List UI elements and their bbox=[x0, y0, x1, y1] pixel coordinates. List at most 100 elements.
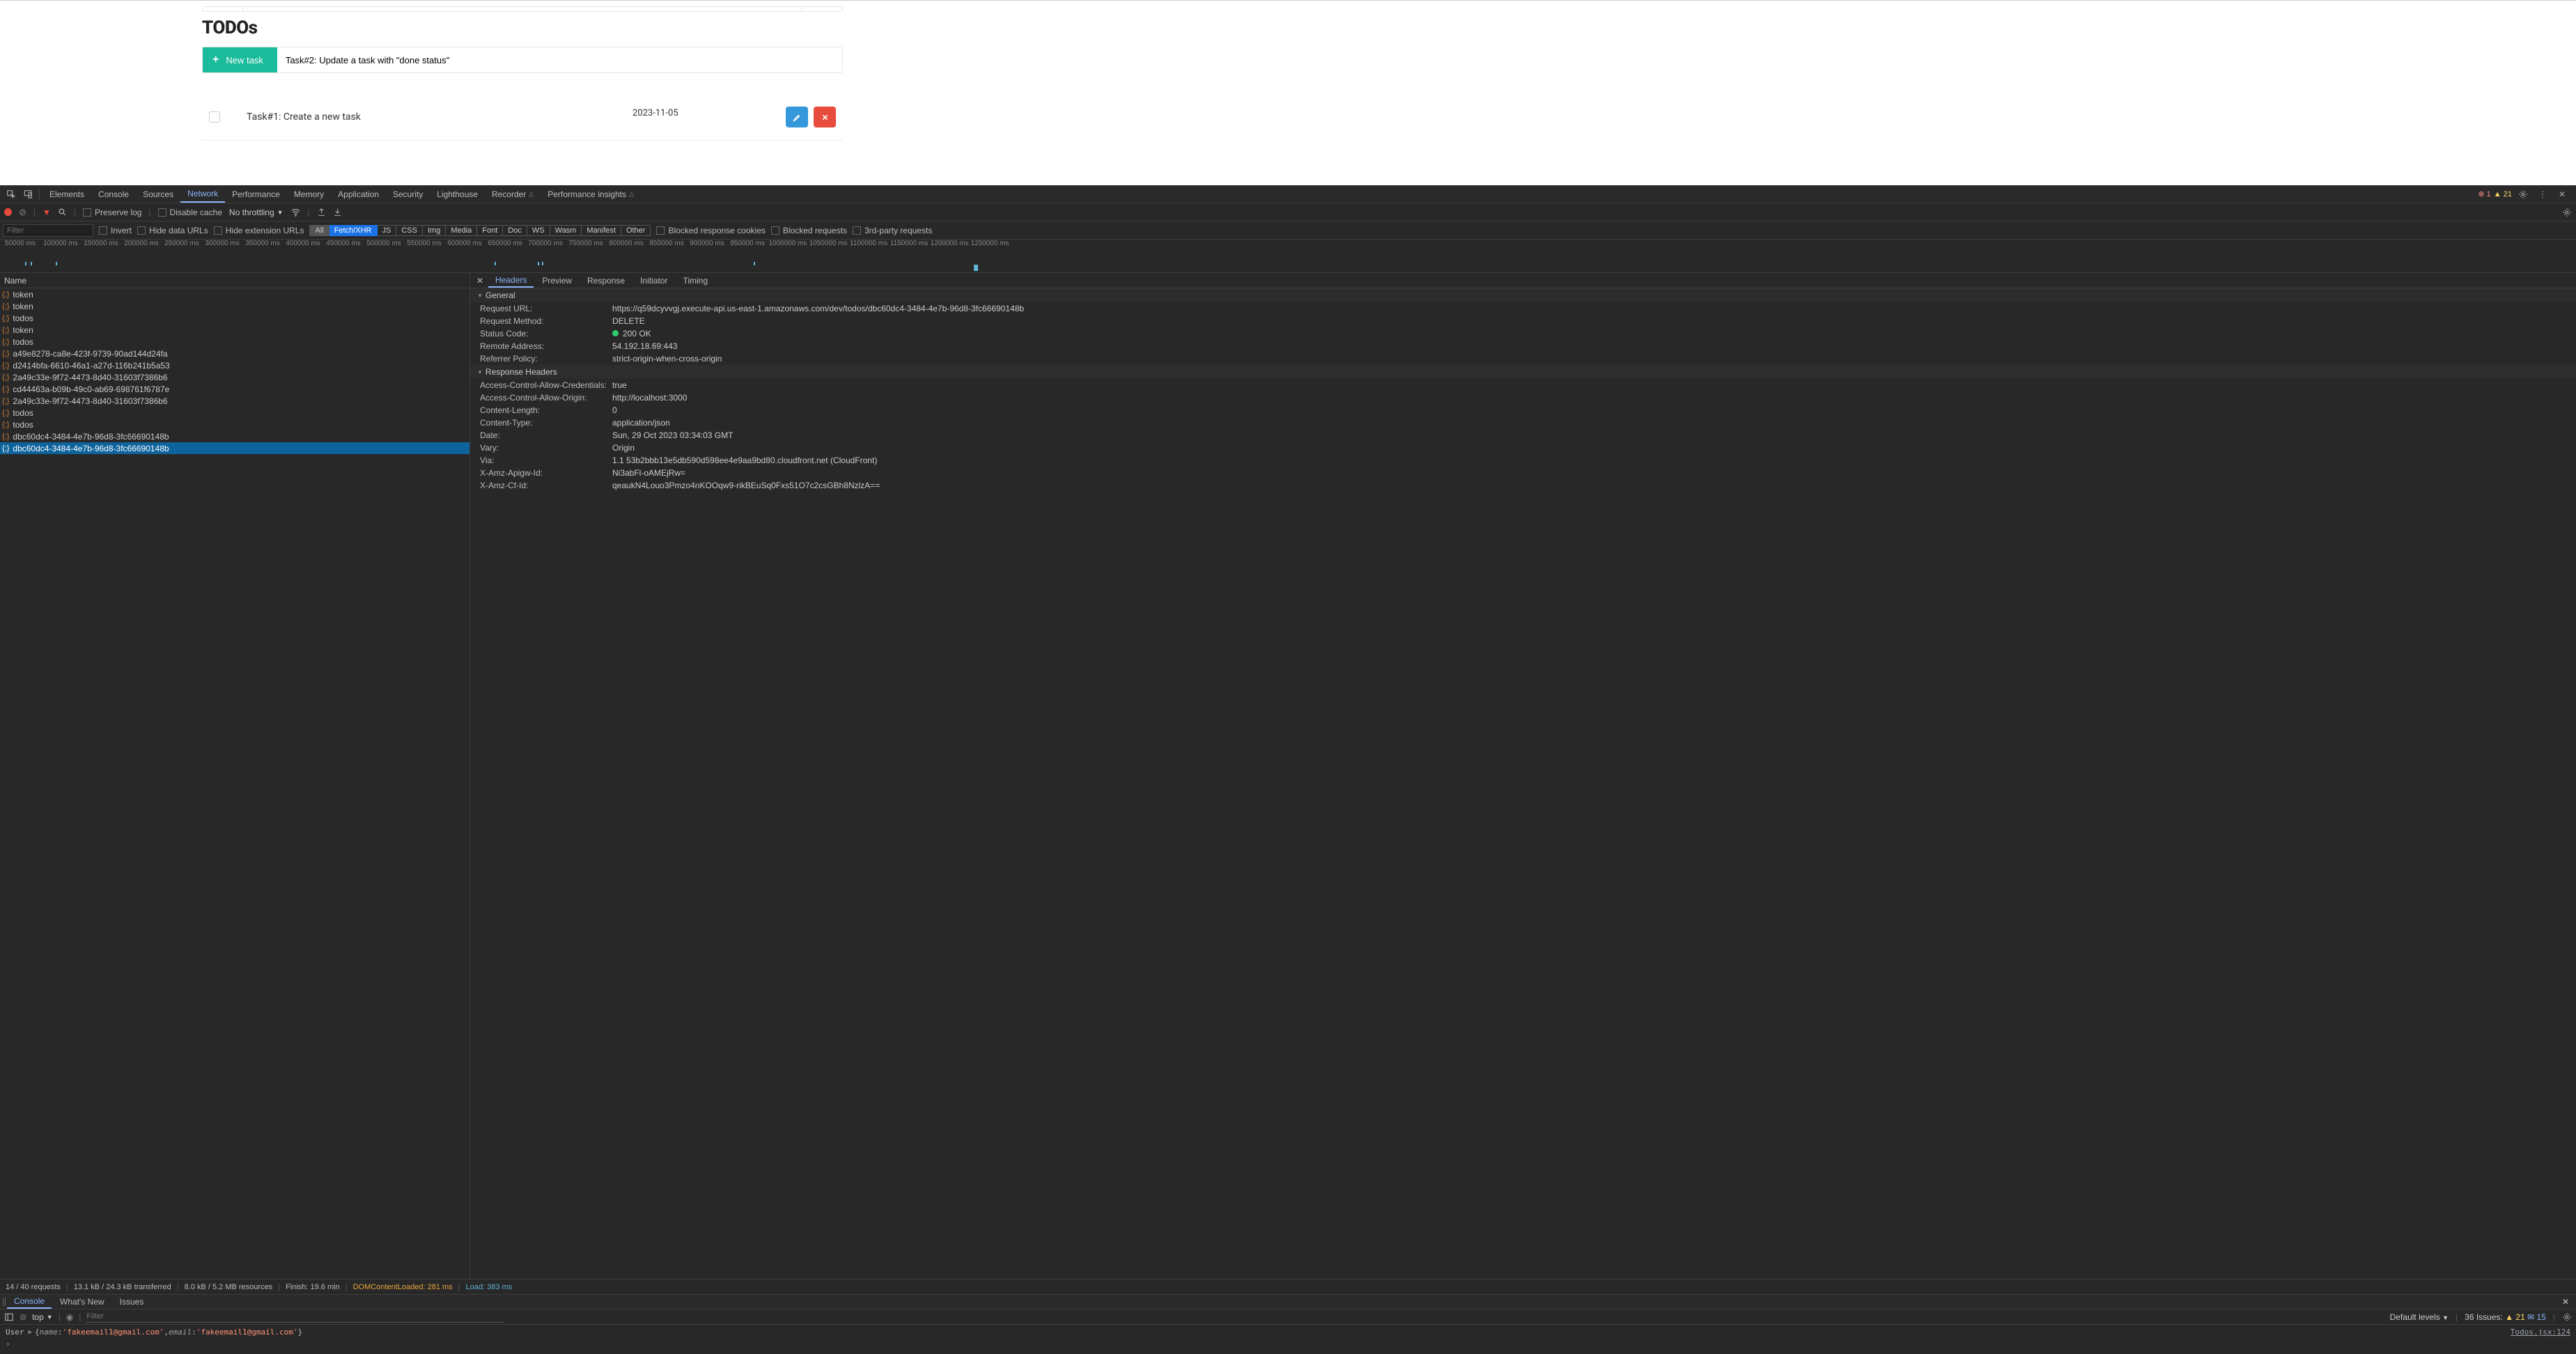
download-har-icon[interactable] bbox=[333, 208, 342, 217]
pill-all[interactable]: All bbox=[309, 225, 329, 236]
search-icon[interactable] bbox=[58, 208, 67, 217]
tab-performance[interactable]: Performance bbox=[225, 185, 287, 203]
tab-memory[interactable]: Memory bbox=[287, 185, 331, 203]
console-prompt[interactable]: › bbox=[6, 1337, 2570, 1348]
detail-tab-timing[interactable]: Timing bbox=[676, 273, 715, 288]
close-drawer-icon[interactable]: ✕ bbox=[2558, 1297, 2573, 1307]
request-row[interactable]: {;}2a49c33e-9f72-4473-8d40-31603f7386b6 bbox=[0, 395, 470, 407]
settings-icon[interactable] bbox=[2515, 186, 2531, 203]
request-list-header[interactable]: Name bbox=[0, 273, 470, 288]
console-sidebar-toggle-icon[interactable] bbox=[4, 1312, 14, 1322]
request-row[interactable]: {;}cd44463a-b09b-49c0-ab69-698761f6787e bbox=[0, 383, 470, 395]
request-row[interactable]: {;}todos bbox=[0, 419, 470, 430]
pill-media[interactable]: Media bbox=[446, 225, 477, 236]
network-timeline[interactable]: 50000 ms100000 ms150000 ms200000 ms25000… bbox=[0, 240, 2576, 273]
request-row[interactable]: {;}todos bbox=[0, 312, 470, 324]
request-row[interactable]: {;}dbc60dc4-3484-4e7b-96d8-3fc66690148b bbox=[0, 430, 470, 442]
detail-tab-preview[interactable]: Preview bbox=[535, 273, 579, 288]
delete-button[interactable] bbox=[814, 107, 836, 127]
tab-lighthouse[interactable]: Lighthouse bbox=[430, 185, 485, 203]
json-type-icon: {;} bbox=[2, 373, 9, 382]
pill-wasm[interactable]: Wasm bbox=[550, 225, 582, 236]
network-settings-icon[interactable] bbox=[2562, 208, 2572, 217]
hide-data-urls-checkbox[interactable]: Hide data URLs bbox=[137, 226, 208, 235]
pill-manifest[interactable]: Manifest bbox=[582, 225, 621, 236]
request-row[interactable]: {;}dbc60dc4-3484-4e7b-96d8-3fc66690148b bbox=[0, 442, 470, 454]
preserve-log-checkbox[interactable]: Preserve log bbox=[83, 208, 141, 217]
detail-tab-response[interactable]: Response bbox=[580, 273, 632, 288]
request-row[interactable]: {;}todos bbox=[0, 336, 470, 348]
console-settings-icon[interactable] bbox=[2562, 1312, 2572, 1322]
kebab-icon[interactable]: ⋮ bbox=[2534, 186, 2551, 203]
log-levels-select[interactable]: Default levels ▼ bbox=[2390, 1312, 2449, 1322]
request-row[interactable]: {;}a49e8278-ca8e-423f-9739-90ad144d24fa bbox=[0, 348, 470, 359]
drawer-handle-icon[interactable] bbox=[3, 1298, 6, 1306]
request-row[interactable]: {;}token bbox=[0, 288, 470, 300]
blocked-cookies-checkbox[interactable]: Blocked response cookies bbox=[656, 226, 765, 235]
inspect-element-icon[interactable] bbox=[3, 186, 20, 203]
request-row[interactable]: {;}token bbox=[0, 300, 470, 312]
invert-checkbox[interactable]: Invert bbox=[99, 226, 132, 235]
request-row[interactable]: {;}todos bbox=[0, 407, 470, 419]
upload-har-icon[interactable] bbox=[317, 208, 326, 217]
stat-dom-content-loaded: DOMContentLoaded: 281 ms bbox=[353, 1283, 453, 1291]
tab-security[interactable]: Security bbox=[386, 185, 430, 203]
disable-cache-checkbox[interactable]: Disable cache bbox=[158, 208, 222, 217]
tab-sources[interactable]: Sources bbox=[136, 185, 180, 203]
pill-img[interactable]: Img bbox=[423, 225, 446, 236]
console-clear-icon[interactable]: ⊘ bbox=[20, 1312, 26, 1322]
third-party-checkbox[interactable]: 3rd-party requests bbox=[853, 226, 932, 235]
tab-application[interactable]: Application bbox=[331, 185, 386, 203]
issues-link[interactable]: 36 Issues: ▲ 21 ✉ 15 bbox=[2465, 1312, 2546, 1322]
section-general[interactable]: ▼General bbox=[470, 288, 2576, 302]
new-task-button[interactable]: + New task bbox=[203, 47, 277, 72]
blocked-requests-checkbox[interactable]: Blocked requests bbox=[771, 226, 847, 235]
detail-tab-headers[interactable]: Headers bbox=[488, 273, 534, 288]
tab-network[interactable]: Network bbox=[180, 185, 225, 203]
filter-toggle-icon[interactable]: ▼ bbox=[42, 208, 51, 217]
drawer-tab-issues[interactable]: Issues bbox=[113, 1295, 151, 1309]
live-expression-icon[interactable]: ◉ bbox=[66, 1312, 73, 1322]
network-conditions-icon[interactable] bbox=[290, 207, 301, 217]
hide-extension-urls-checkbox[interactable]: Hide extension URLs bbox=[214, 226, 304, 235]
close-detail-icon[interactable]: ✕ bbox=[473, 276, 487, 286]
timeline-tick: 1200000 ms bbox=[929, 240, 970, 249]
pill-other[interactable]: Other bbox=[621, 225, 651, 236]
pill-fetch-xhr[interactable]: Fetch/XHR bbox=[329, 225, 378, 236]
warning-badge-icon[interactable]: ▲ 21 bbox=[2494, 190, 2512, 199]
throttling-select[interactable]: No throttling▼ bbox=[229, 208, 284, 217]
pill-js[interactable]: JS bbox=[378, 225, 397, 236]
section-response-headers[interactable]: ▼Response Headers bbox=[470, 365, 2576, 379]
new-task-input[interactable] bbox=[277, 47, 842, 72]
close-devtools-icon[interactable]: ✕ bbox=[2554, 186, 2570, 203]
request-row[interactable]: {;}2a49c33e-9f72-4473-8d40-31603f7386b6 bbox=[0, 371, 470, 383]
console-filter-input[interactable] bbox=[86, 1312, 504, 1323]
expand-object-icon[interactable]: ▶ bbox=[29, 1329, 32, 1336]
clear-button[interactable]: ⊘ bbox=[19, 207, 26, 218]
pill-css[interactable]: CSS bbox=[396, 225, 423, 236]
drawer-tab-console[interactable]: Console bbox=[7, 1295, 52, 1309]
drawer-tab-whats-new[interactable]: What's New bbox=[53, 1295, 111, 1309]
timeline-tick: 200000 ms bbox=[121, 240, 162, 249]
tab-performance-insights[interactable]: Performance insights bbox=[541, 185, 641, 203]
request-row[interactable]: {;}token bbox=[0, 324, 470, 336]
tab-recorder[interactable]: Recorder bbox=[485, 185, 541, 203]
device-toolbar-icon[interactable] bbox=[20, 186, 36, 203]
edit-button[interactable] bbox=[786, 107, 808, 127]
console-log-line[interactable]: User ▶ { name: 'fakeemail1@gmail.com', e… bbox=[6, 1328, 2570, 1337]
console-context-select[interactable]: top▼ bbox=[32, 1312, 53, 1322]
pill-ws[interactable]: WS bbox=[527, 225, 550, 236]
todo-checkbox[interactable] bbox=[209, 111, 220, 123]
record-button[interactable] bbox=[4, 208, 12, 216]
tab-console[interactable]: Console bbox=[91, 185, 136, 203]
tab-elements[interactable]: Elements bbox=[42, 185, 91, 203]
error-badge-icon[interactable]: ⊗ 1 bbox=[2478, 189, 2490, 199]
pill-font[interactable]: Font bbox=[477, 225, 503, 236]
filter-input[interactable] bbox=[3, 224, 93, 237]
request-row[interactable]: {;}d2414bfa-6610-46a1-a27d-116b241b5a53 bbox=[0, 359, 470, 371]
detail-tab-initiator[interactable]: Initiator bbox=[633, 273, 674, 288]
console-source-link[interactable]: Todos.jsx:124 bbox=[2511, 1328, 2570, 1337]
timeline-tick: 550000 ms bbox=[404, 240, 444, 249]
json-type-icon: {;} bbox=[2, 338, 9, 346]
pill-doc[interactable]: Doc bbox=[503, 225, 527, 236]
